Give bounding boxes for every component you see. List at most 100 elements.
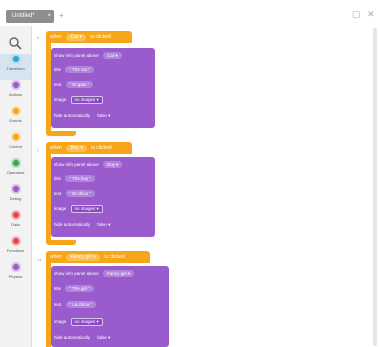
panel-label: show info panel above xyxy=(54,162,99,167)
text-string-field[interactable]: " La chica " xyxy=(65,301,96,308)
transform-icon xyxy=(10,54,21,64)
category-label: Data xyxy=(11,222,20,227)
image-dropdown[interactable]: no images ▾ xyxy=(70,96,103,104)
category-label: Functions xyxy=(6,248,25,253)
when-label: when xyxy=(50,254,62,260)
hide-value: false xyxy=(97,335,107,340)
hide-value: false xyxy=(97,222,107,227)
panel-object-label: Boy xyxy=(107,162,115,167)
image-dropdown[interactable]: no images ▾ xyxy=(70,205,103,213)
panel-object-dropdown[interactable]: Fancy girl ▾ xyxy=(103,270,135,277)
hide-label: hide automatically xyxy=(54,335,91,340)
panel-header-row: show info panel above Fancy girl ▾ xyxy=(54,269,135,279)
debug-icon xyxy=(10,184,21,194)
image-label: image xyxy=(54,206,67,211)
category-label: Control xyxy=(9,144,22,149)
when-clicked-block[interactable]: when Fancy girl ▾ is clicked xyxy=(46,251,150,263)
title-label: title xyxy=(54,286,62,291)
workspace-scrollbar[interactable] xyxy=(373,28,377,346)
show-info-panel-block[interactable]: show info panel above Boy ▾ title " The … xyxy=(51,157,155,237)
text-label: text xyxy=(54,302,62,307)
object-dropdown[interactable]: Fancy girl ▾ xyxy=(66,254,100,261)
title-string-field[interactable]: " The cat " xyxy=(65,66,94,73)
category-label: Physics xyxy=(8,274,23,279)
when-clicked-block[interactable]: when Cat ▾ is clicked xyxy=(46,31,132,43)
hide-dropdown[interactable]: false ▾ xyxy=(97,333,110,343)
text-string-field[interactable]: " El gato " xyxy=(65,81,94,88)
event-label: is clicked xyxy=(104,254,125,260)
image-row: image no images ▾ xyxy=(54,95,103,105)
title-label: title xyxy=(54,67,62,72)
image-value: no images xyxy=(74,319,96,324)
data-icon xyxy=(10,210,21,220)
text-row: text " El chico " xyxy=(54,189,95,199)
restore-icon[interactable]: ▢ xyxy=(352,9,361,20)
object-label: Cat xyxy=(70,34,79,40)
object-label: Boy xyxy=(70,145,79,151)
hide-label: hide automatically xyxy=(54,113,91,118)
text-label: text xyxy=(54,191,62,196)
close-icon[interactable]: ✕ xyxy=(367,9,375,20)
hide-row: hide automatically false ▾ xyxy=(54,220,110,230)
category-label: Actions xyxy=(8,92,23,97)
hide-value: false xyxy=(97,113,107,118)
hide-dropdown[interactable]: false ▾ xyxy=(97,220,110,230)
close-tab-icon[interactable]: × xyxy=(47,10,51,23)
image-label: image xyxy=(54,97,67,102)
search-icon[interactable] xyxy=(8,36,23,51)
category-operators[interactable]: Operators xyxy=(0,158,31,184)
category-physics[interactable]: Physics xyxy=(0,262,31,288)
panel-object-label: Fancy girl xyxy=(107,271,127,276)
show-info-panel-block[interactable]: show info panel above Fancy girl ▾ title… xyxy=(51,266,169,347)
category-sidebar: Transform Actions Events Control Operato… xyxy=(0,26,32,347)
category-debug[interactable]: Debug xyxy=(0,184,31,210)
physics-icon xyxy=(10,262,21,272)
panel-object-dropdown[interactable]: Boy ▾ xyxy=(103,161,123,168)
event-label: is clicked xyxy=(91,145,112,151)
object-label: Fancy girl xyxy=(70,254,93,260)
category-data[interactable]: Data xyxy=(0,210,31,236)
hide-label: hide automatically xyxy=(54,222,91,227)
text-row: text " La chica " xyxy=(54,300,96,310)
line-number: 0 xyxy=(37,35,40,40)
title-string-field[interactable]: " The boy " xyxy=(65,175,96,182)
line-number: 7 xyxy=(37,148,40,153)
object-dropdown[interactable]: Cat ▾ xyxy=(66,34,87,41)
when-label: when xyxy=(50,145,62,151)
hide-row: hide automatically false ▾ xyxy=(54,333,110,343)
text-label: text xyxy=(54,82,62,87)
category-functions[interactable]: Functions xyxy=(0,236,31,262)
title-string-field[interactable]: " The girl " xyxy=(65,285,94,292)
control-icon xyxy=(10,132,21,142)
event-block-foot xyxy=(46,131,76,136)
image-dropdown[interactable]: no images ▾ xyxy=(70,318,103,326)
category-transform[interactable]: Transform xyxy=(0,54,31,80)
title-row: title " The girl " xyxy=(54,284,94,294)
functions-icon xyxy=(10,236,21,246)
add-tab-icon[interactable]: + xyxy=(59,11,64,20)
events-icon xyxy=(10,106,21,116)
title-row: title " The cat " xyxy=(54,65,94,75)
tab-label: Untitled* xyxy=(12,13,35,19)
show-info-panel-block[interactable]: show info panel above Cat ▾ title " The … xyxy=(51,48,155,128)
actions-icon xyxy=(10,80,21,90)
event-label: is clicked xyxy=(90,34,111,40)
category-actions[interactable]: Actions xyxy=(0,80,31,106)
image-row: image no images ▾ xyxy=(54,204,103,214)
title-row: title " The boy " xyxy=(54,174,96,184)
object-dropdown[interactable]: Boy ▾ xyxy=(66,145,87,152)
text-row: text " El gato " xyxy=(54,80,94,90)
panel-object-dropdown[interactable]: Cat ▾ xyxy=(103,52,122,59)
text-string-field[interactable]: " El chico " xyxy=(65,190,95,197)
category-control[interactable]: Control xyxy=(0,132,31,158)
operators-icon xyxy=(10,158,21,168)
hide-dropdown[interactable]: false ▾ xyxy=(97,111,110,121)
panel-label: show info panel above xyxy=(54,271,99,276)
line-number: 14 xyxy=(37,257,42,262)
tab-untitled[interactable]: Untitled* × xyxy=(6,10,54,23)
hide-row: hide automatically false ▾ xyxy=(54,111,110,121)
panel-header-row: show info panel above Boy ▾ xyxy=(54,160,123,170)
when-clicked-block[interactable]: when Boy ▾ is clicked xyxy=(46,142,132,154)
category-events[interactable]: Events xyxy=(0,106,31,132)
category-label: Debug xyxy=(9,196,22,201)
